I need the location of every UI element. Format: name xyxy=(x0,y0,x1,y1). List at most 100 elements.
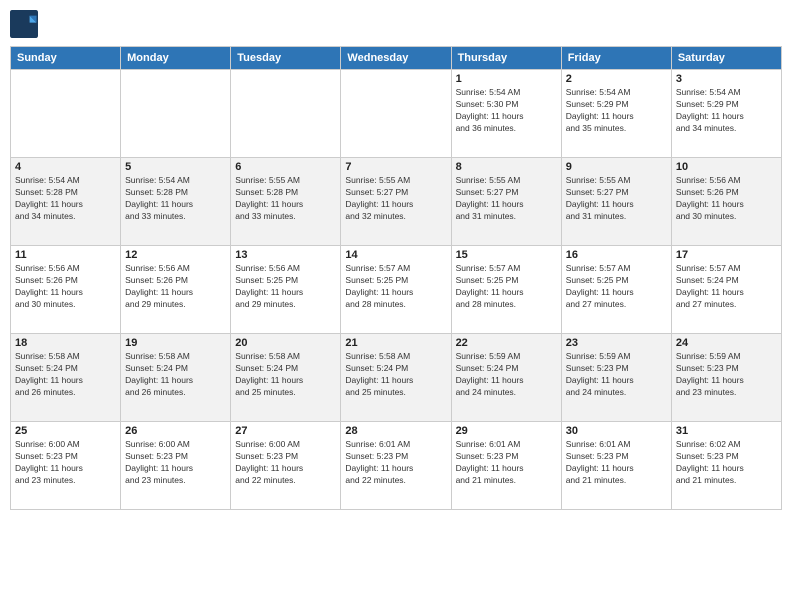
week-row-3: 11 Sunrise: 5:56 AM Sunset: 5:26 PM Dayli… xyxy=(11,246,782,334)
day-info: Sunrise: 5:57 AM Sunset: 5:25 PM Dayligh… xyxy=(566,263,667,311)
day-header-wednesday: Wednesday xyxy=(341,47,451,70)
day-number: 18 xyxy=(15,337,116,349)
day-info: Sunrise: 5:54 AM Sunset: 5:28 PM Dayligh… xyxy=(15,175,116,223)
day-info: Sunrise: 5:56 AM Sunset: 5:26 PM Dayligh… xyxy=(676,175,777,223)
logo-icon xyxy=(10,10,38,38)
day-cell: 5 Sunrise: 5:54 AM Sunset: 5:28 PM Daylig… xyxy=(121,158,231,246)
day-info: Sunrise: 5:57 AM Sunset: 5:24 PM Dayligh… xyxy=(676,263,777,311)
day-header-saturday: Saturday xyxy=(671,47,781,70)
day-cell xyxy=(121,70,231,158)
day-info: Sunrise: 5:56 AM Sunset: 5:26 PM Dayligh… xyxy=(125,263,226,311)
header xyxy=(10,10,782,38)
day-header-thursday: Thursday xyxy=(451,47,561,70)
day-number: 15 xyxy=(456,249,557,261)
day-info: Sunrise: 5:58 AM Sunset: 5:24 PM Dayligh… xyxy=(345,351,446,399)
week-row-1: 1 Sunrise: 5:54 AM Sunset: 5:30 PM Daylig… xyxy=(11,70,782,158)
day-info: Sunrise: 5:59 AM Sunset: 5:24 PM Dayligh… xyxy=(456,351,557,399)
week-row-2: 4 Sunrise: 5:54 AM Sunset: 5:28 PM Daylig… xyxy=(11,158,782,246)
page: SundayMondayTuesdayWednesdayThursdayFrid… xyxy=(0,0,792,612)
day-info: Sunrise: 5:54 AM Sunset: 5:29 PM Dayligh… xyxy=(676,87,777,135)
day-number: 24 xyxy=(676,337,777,349)
week-row-5: 25 Sunrise: 6:00 AM Sunset: 5:23 PM Dayli… xyxy=(11,422,782,510)
day-number: 10 xyxy=(676,161,777,173)
day-info: Sunrise: 6:00 AM Sunset: 5:23 PM Dayligh… xyxy=(235,439,336,487)
day-number: 13 xyxy=(235,249,336,261)
day-number: 12 xyxy=(125,249,226,261)
day-cell: 17 Sunrise: 5:57 AM Sunset: 5:24 PM Dayli… xyxy=(671,246,781,334)
day-info: Sunrise: 5:54 AM Sunset: 5:30 PM Dayligh… xyxy=(456,87,557,135)
day-info: Sunrise: 6:00 AM Sunset: 5:23 PM Dayligh… xyxy=(125,439,226,487)
day-cell: 26 Sunrise: 6:00 AM Sunset: 5:23 PM Dayli… xyxy=(121,422,231,510)
day-cell: 14 Sunrise: 5:57 AM Sunset: 5:25 PM Dayli… xyxy=(341,246,451,334)
day-cell: 7Sunrise: 5:55 AM Sunset: 5:27 PM Daylig… xyxy=(341,158,451,246)
day-cell: 25Sunrise: 6:00 AM Sunset: 5:23 PM Dayli… xyxy=(11,422,121,510)
day-number: 11 xyxy=(15,249,116,261)
day-number: 1 xyxy=(456,73,557,85)
day-cell: 23Sunrise: 5:59 AM Sunset: 5:23 PM Dayli… xyxy=(561,334,671,422)
day-cell: 9 Sunrise: 5:55 AM Sunset: 5:27 PM Daylig… xyxy=(561,158,671,246)
day-cell: 2 Sunrise: 5:54 AM Sunset: 5:29 PM Daylig… xyxy=(561,70,671,158)
day-cell: 8Sunrise: 5:55 AM Sunset: 5:27 PM Daylig… xyxy=(451,158,561,246)
day-info: Sunrise: 5:54 AM Sunset: 5:29 PM Dayligh… xyxy=(566,87,667,135)
day-cell: 11Sunrise: 5:56 AM Sunset: 5:26 PM Dayli… xyxy=(11,246,121,334)
day-info: Sunrise: 5:55 AM Sunset: 5:28 PM Dayligh… xyxy=(235,175,336,223)
day-number: 27 xyxy=(235,425,336,437)
week-row-4: 18 Sunrise: 5:58 AM Sunset: 5:24 PM Dayli… xyxy=(11,334,782,422)
day-cell: 20 Sunrise: 5:58 AM Sunset: 5:24 PM Dayli… xyxy=(231,334,341,422)
day-info: Sunrise: 5:59 AM Sunset: 5:23 PM Dayligh… xyxy=(566,351,667,399)
day-cell: 28 Sunrise: 6:01 AM Sunset: 5:23 PM Dayli… xyxy=(341,422,451,510)
day-cell: 19Sunrise: 5:58 AM Sunset: 5:24 PM Dayli… xyxy=(121,334,231,422)
day-info: Sunrise: 5:54 AM Sunset: 5:28 PM Dayligh… xyxy=(125,175,226,223)
day-info: Sunrise: 6:01 AM Sunset: 5:23 PM Dayligh… xyxy=(345,439,446,487)
day-number: 22 xyxy=(456,337,557,349)
day-cell xyxy=(231,70,341,158)
day-number: 5 xyxy=(125,161,226,173)
day-cell: 22 Sunrise: 5:59 AM Sunset: 5:24 PM Dayli… xyxy=(451,334,561,422)
day-header-friday: Friday xyxy=(561,47,671,70)
day-cell: 29 Sunrise: 6:01 AM Sunset: 5:23 PM Dayli… xyxy=(451,422,561,510)
day-number: 30 xyxy=(566,425,667,437)
day-cell: 3 Sunrise: 5:54 AM Sunset: 5:29 PM Daylig… xyxy=(671,70,781,158)
day-number: 17 xyxy=(676,249,777,261)
day-number: 16 xyxy=(566,249,667,261)
day-info: Sunrise: 5:59 AM Sunset: 5:23 PM Dayligh… xyxy=(676,351,777,399)
day-info: Sunrise: 6:01 AM Sunset: 5:23 PM Dayligh… xyxy=(456,439,557,487)
day-cell: 27 Sunrise: 6:00 AM Sunset: 5:23 PM Dayli… xyxy=(231,422,341,510)
day-cell: 4 Sunrise: 5:54 AM Sunset: 5:28 PM Daylig… xyxy=(11,158,121,246)
header-row: SundayMondayTuesdayWednesdayThursdayFrid… xyxy=(11,47,782,70)
day-cell xyxy=(341,70,451,158)
day-info: Sunrise: 5:58 AM Sunset: 5:24 PM Dayligh… xyxy=(235,351,336,399)
day-number: 26 xyxy=(125,425,226,437)
day-info: Sunrise: 5:56 AM Sunset: 5:25 PM Dayligh… xyxy=(235,263,336,311)
day-number: 14 xyxy=(345,249,446,261)
day-number: 2 xyxy=(566,73,667,85)
day-cell: 16 Sunrise: 5:57 AM Sunset: 5:25 PM Dayli… xyxy=(561,246,671,334)
day-info: Sunrise: 6:01 AM Sunset: 5:23 PM Dayligh… xyxy=(566,439,667,487)
day-cell: 13 Sunrise: 5:56 AM Sunset: 5:25 PM Dayli… xyxy=(231,246,341,334)
day-number: 3 xyxy=(676,73,777,85)
day-number: 9 xyxy=(566,161,667,173)
day-cell: 6 Sunrise: 5:55 AM Sunset: 5:28 PM Daylig… xyxy=(231,158,341,246)
logo xyxy=(10,10,40,38)
day-cell: 30 Sunrise: 6:01 AM Sunset: 5:23 PM Dayli… xyxy=(561,422,671,510)
day-number: 28 xyxy=(345,425,446,437)
day-cell: 18Sunrise: 5:58 AM Sunset: 5:24 PM Dayli… xyxy=(11,334,121,422)
day-number: 31 xyxy=(676,425,777,437)
day-number: 29 xyxy=(456,425,557,437)
day-info: Sunrise: 5:55 AM Sunset: 5:27 PM Dayligh… xyxy=(345,175,446,223)
day-cell: 10 Sunrise: 5:56 AM Sunset: 5:26 PM Dayli… xyxy=(671,158,781,246)
day-cell: 15 Sunrise: 5:57 AM Sunset: 5:25 PM Dayli… xyxy=(451,246,561,334)
day-info: Sunrise: 5:55 AM Sunset: 5:27 PM Dayligh… xyxy=(566,175,667,223)
day-cell: 24 Sunrise: 5:59 AM Sunset: 5:23 PM Dayli… xyxy=(671,334,781,422)
day-number: 20 xyxy=(235,337,336,349)
day-info: Sunrise: 5:57 AM Sunset: 5:25 PM Dayligh… xyxy=(345,263,446,311)
day-number: 6 xyxy=(235,161,336,173)
day-header-monday: Monday xyxy=(121,47,231,70)
day-info: Sunrise: 5:57 AM Sunset: 5:25 PM Dayligh… xyxy=(456,263,557,311)
day-number: 25 xyxy=(15,425,116,437)
day-number: 4 xyxy=(15,161,116,173)
day-info: Sunrise: 6:02 AM Sunset: 5:23 PM Dayligh… xyxy=(676,439,777,487)
day-header-tuesday: Tuesday xyxy=(231,47,341,70)
day-cell: 1 Sunrise: 5:54 AM Sunset: 5:30 PM Daylig… xyxy=(451,70,561,158)
day-header-sunday: Sunday xyxy=(11,47,121,70)
